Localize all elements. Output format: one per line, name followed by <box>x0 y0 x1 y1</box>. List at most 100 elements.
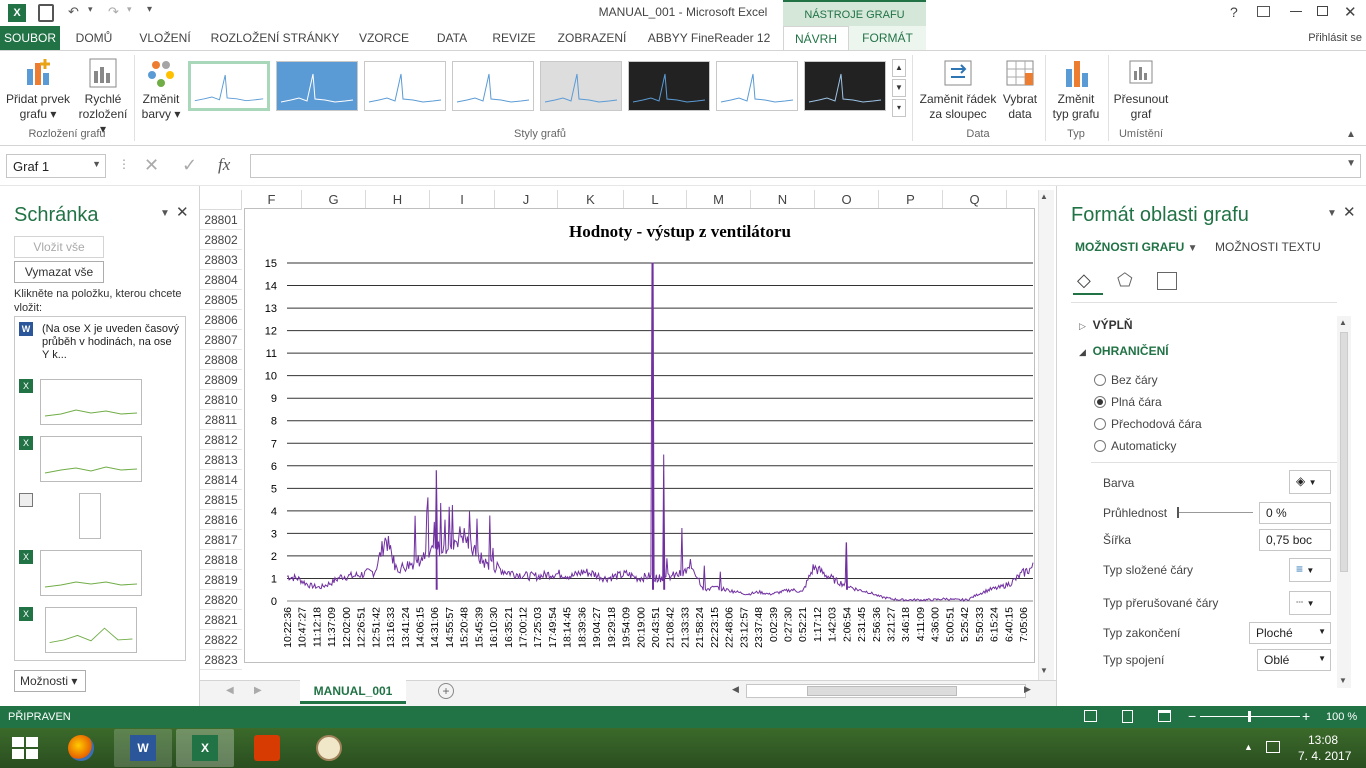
vertical-scrollbar[interactable] <box>1038 190 1054 680</box>
tab-formulas[interactable]: VZORCE <box>350 26 418 50</box>
clipboard-item-chart[interactable] <box>40 379 142 425</box>
cap-type-select[interactable]: Ploché ▼ <box>1249 622 1331 644</box>
clipboard-item-text[interactable]: (Na ose X je uveden časový průběh v hodi… <box>42 323 180 362</box>
name-box[interactable]: Graf 1 ▼ <box>6 154 106 178</box>
radio-no-line[interactable] <box>1094 374 1106 386</box>
chart-style-thumb[interactable] <box>804 61 886 111</box>
row-header[interactable]: 28810 <box>200 390 242 410</box>
tab-chart-options[interactable]: MOŽNOSTI GRAFU ▼ <box>1075 240 1198 254</box>
solid-line-label[interactable]: Plná čára <box>1111 395 1162 409</box>
pdf-taskbar-icon[interactable] <box>238 729 296 767</box>
column-header[interactable]: P <box>879 190 943 210</box>
options-button[interactable]: Možnosti ▾ <box>14 670 86 692</box>
chevron-down-icon[interactable]: ▼ <box>92 159 101 169</box>
zoom-slider[interactable] <box>1200 711 1300 722</box>
compound-type-picker[interactable]: ≡ ▼ <box>1289 558 1331 582</box>
page-layout-view-icon[interactable] <box>1122 710 1133 723</box>
row-header[interactable]: 28809 <box>200 370 242 390</box>
join-type-select[interactable]: Oblé ▼ <box>1257 649 1331 671</box>
pane-scroll-thumb[interactable] <box>1340 332 1348 572</box>
zoom-slider-handle[interactable] <box>1248 711 1251 722</box>
paste-all-button[interactable]: Vložit vše <box>14 236 104 258</box>
row-header[interactable]: 28823 <box>200 650 242 670</box>
horizontal-scrollbar[interactable] <box>746 684 1026 698</box>
tab-data[interactable]: DATA <box>426 26 478 50</box>
gallery-scroll-down[interactable]: ▼ <box>892 79 906 97</box>
select-data-button[interactable]: Vybrat data <box>1000 57 1040 122</box>
chart-style-thumb[interactable] <box>364 61 446 111</box>
outline-color-picker[interactable]: ◈ ▼ <box>1289 470 1331 494</box>
column-header[interactable]: M <box>687 190 751 210</box>
row-header[interactable]: 28812 <box>200 430 242 450</box>
gradient-line-label[interactable]: Přechodová čára <box>1111 417 1202 431</box>
scroll-down-icon[interactable]: ▼ <box>1040 666 1048 675</box>
column-header[interactable]: K <box>558 190 624 210</box>
column-header[interactable]: Q <box>943 190 1007 210</box>
paint-taskbar-icon[interactable] <box>300 729 358 767</box>
chart-style-thumb[interactable] <box>452 61 534 111</box>
row-header[interactable]: 28802 <box>200 230 242 250</box>
row-header[interactable]: 28804 <box>200 270 242 290</box>
chart-style-thumb[interactable] <box>628 61 710 111</box>
tab-abbyy[interactable]: ABBYY FineReader 12 <box>642 26 776 50</box>
minimize-icon[interactable] <box>1290 11 1302 12</box>
formula-input[interactable]: ▼ <box>250 154 1361 178</box>
transparency-input[interactable]: 0 % <box>1259 502 1331 524</box>
column-header[interactable]: F <box>242 190 302 210</box>
cancel-icon[interactable]: ✕ <box>144 155 159 176</box>
row-header[interactable]: 28801 <box>200 210 242 230</box>
clipboard-item-chart[interactable] <box>40 550 142 596</box>
column-header[interactable]: N <box>751 190 815 210</box>
excel-taskbar-icon[interactable]: X <box>176 729 234 767</box>
select-all-corner[interactable] <box>200 190 242 210</box>
h-scroll-left-icon[interactable]: ◀ <box>732 684 739 695</box>
move-chart-button[interactable]: Přesunout graf <box>1110 57 1172 122</box>
chart-style-thumb[interactable] <box>716 61 798 111</box>
transparency-slider[interactable] <box>1177 507 1253 518</box>
clipboard-item-chart[interactable] <box>45 607 137 653</box>
help-button[interactable]: ? <box>1230 4 1238 20</box>
row-header[interactable]: 28818 <box>200 550 242 570</box>
word-taskbar-icon[interactable]: W <box>114 729 172 767</box>
add-sheet-icon[interactable]: + <box>438 683 454 699</box>
expand-formula-icon[interactable]: ▼ <box>1346 158 1356 169</box>
size-properties-icon[interactable] <box>1157 272 1177 290</box>
zoom-in-icon[interactable]: + <box>1302 708 1310 724</box>
h-scroll-right-icon[interactable]: ▶ <box>1024 684 1031 695</box>
change-colors-button[interactable]: Změnit barvy ▾ <box>138 57 184 122</box>
tab-design[interactable]: NÁVRH <box>783 26 849 50</box>
row-header[interactable]: 28811 <box>200 410 242 430</box>
pane-scroll-up-icon[interactable]: ▲ <box>1339 318 1347 327</box>
close-pane-icon[interactable]: ✕ <box>1343 203 1356 221</box>
radio-solid-line[interactable] <box>1094 396 1106 408</box>
switch-row-column-button[interactable]: Zaměnit řádek za sloupec <box>916 57 1000 122</box>
close-pane-icon[interactable]: ✕ <box>176 203 189 221</box>
add-chart-element-button[interactable]: Přidat prvek grafu ▾ <box>2 57 74 122</box>
signin-link[interactable]: Přihlásit se <box>1300 26 1366 50</box>
normal-view-icon[interactable] <box>1084 710 1097 722</box>
gallery-scroll-up[interactable]: ▲ <box>892 59 906 77</box>
close-icon[interactable]: ✕ <box>1344 3 1357 21</box>
radio-gradient-line[interactable] <box>1094 418 1106 430</box>
enter-icon[interactable]: ✓ <box>182 155 197 176</box>
collapse-ribbon-icon[interactable]: ▲ <box>1346 129 1356 140</box>
restore-icon[interactable] <box>1317 6 1328 16</box>
column-header[interactable]: L <box>624 190 687 210</box>
tab-file[interactable]: SOUBOR <box>0 26 60 50</box>
sheet-tab-manual[interactable]: MANUAL_001 <box>300 680 406 704</box>
row-header[interactable]: 28817 <box>200 530 242 550</box>
scroll-up-icon[interactable]: ▲ <box>1040 192 1048 201</box>
tab-format[interactable]: FORMÁT <box>849 26 926 50</box>
chart-area[interactable]: Hodnoty - výstup z ventilátoru 0 1 2 3 4 5 6 7 8 9… <box>244 208 1035 663</box>
battery-icon[interactable] <box>1266 741 1280 753</box>
row-header[interactable]: 28821 <box>200 610 242 630</box>
firefox-taskbar-icon[interactable] <box>52 729 110 767</box>
row-header[interactable]: 28815 <box>200 490 242 510</box>
h-scroll-thumb[interactable] <box>807 686 957 696</box>
row-header[interactable]: 28814 <box>200 470 242 490</box>
dash-type-picker[interactable]: ┄ ▼ <box>1289 591 1331 615</box>
change-chart-type-button[interactable]: Změnit typ grafu <box>1048 57 1104 122</box>
row-header[interactable]: 28816 <box>200 510 242 530</box>
taskbar-time[interactable]: 13:08 <box>1308 733 1338 747</box>
clear-all-button[interactable]: Vymazat vše <box>14 261 104 283</box>
